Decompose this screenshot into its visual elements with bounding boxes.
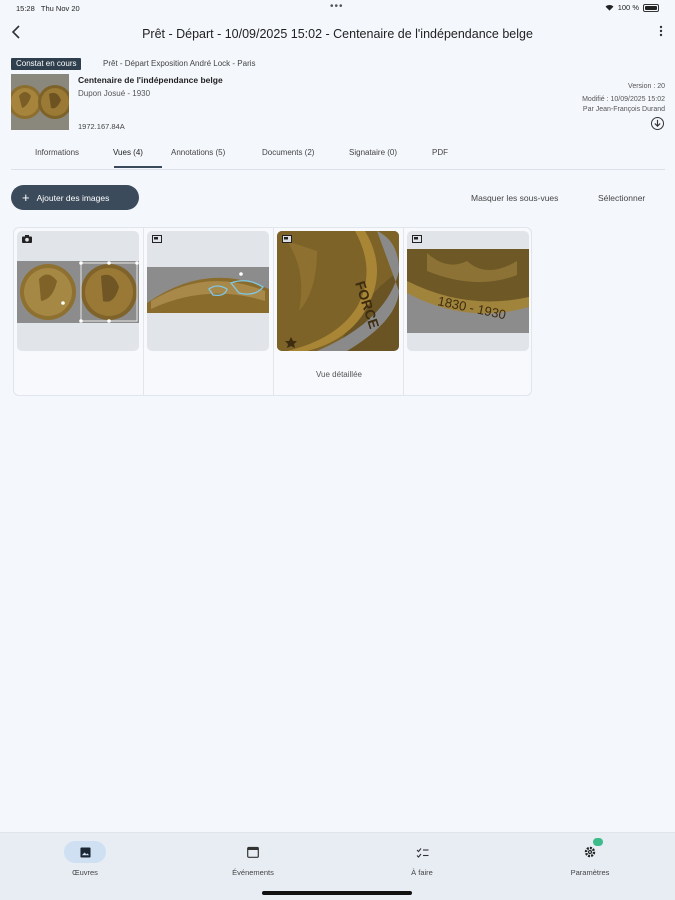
image-icon: [79, 846, 91, 858]
hide-subviews-button[interactable]: Masquer les sous-vues: [471, 193, 558, 203]
gear-icon: [584, 846, 596, 858]
download-icon: [654, 119, 661, 128]
download-button[interactable]: [651, 117, 664, 130]
chevron-left-icon: [11, 25, 20, 39]
coin-edge-photo: [147, 267, 269, 313]
coins-front-back-photo: [17, 261, 139, 323]
coin-date-photo: 1830 - 1930: [407, 249, 529, 333]
nav-parametres[interactable]: Paramètres: [530, 838, 650, 877]
notification-badge: [593, 838, 603, 846]
tab-pdf[interactable]: PDF: [432, 148, 448, 157]
view-card[interactable]: [144, 228, 274, 395]
image-icon: [152, 235, 162, 243]
more-vertical-icon: [659, 25, 663, 37]
multitask-dots[interactable]: •••: [330, 1, 344, 12]
view-card[interactable]: [14, 228, 144, 395]
wifi-icon: [605, 5, 614, 11]
image-icon: [412, 235, 422, 243]
nav-oeuvres-label: Œuvres: [72, 868, 98, 877]
nav-a-faire-label: À faire: [411, 868, 433, 877]
status-indicators: 100 %: [605, 3, 659, 12]
tab-annotations[interactable]: Annotations (5): [171, 148, 225, 157]
tab-vues[interactable]: Vues (4): [113, 148, 143, 157]
nav-parametres-icon-container: [569, 838, 611, 863]
checklist-icon: [416, 847, 428, 858]
app-header: Prêt - Départ - 10/09/2025 15:02 - Cente…: [0, 22, 675, 48]
modified-label: Modifié : 10/09/2025 15:02: [582, 96, 665, 103]
status-time: 15:28 Thu Nov 20: [16, 4, 80, 13]
bottom-navigation: Œuvres Événements À faire Paramètres: [0, 832, 675, 900]
record-summary: Constat en cours Prêt - Départ Expositio…: [11, 58, 665, 136]
version-label: Version : 20: [628, 83, 665, 90]
back-button[interactable]: [11, 24, 29, 44]
plus-icon: +: [22, 189, 30, 205]
nav-evenements[interactable]: Événements: [193, 841, 313, 877]
nav-evenements-label: Événements: [232, 868, 274, 877]
nav-oeuvres-icon-container: [64, 841, 106, 863]
camera-icon: [22, 235, 32, 243]
tab-documents[interactable]: Documents (2): [262, 148, 314, 157]
home-indicator: [262, 891, 412, 895]
nav-a-faire[interactable]: À faire: [362, 841, 482, 877]
view-image[interactable]: 1830 - 1930: [407, 231, 529, 351]
battery-percent: 100 %: [617, 3, 639, 12]
page-title: Prêt - Départ - 10/09/2025 15:02 - Cente…: [142, 27, 533, 41]
coin-thumbnail-image: [11, 74, 69, 130]
select-button[interactable]: Sélectionner: [598, 193, 645, 203]
record-title: Centenaire de l'indépendance belge: [78, 75, 223, 85]
nav-a-faire-icon-container: [401, 841, 443, 863]
nav-oeuvres[interactable]: Œuvres: [25, 841, 145, 877]
coin-detail-photo: FORCE: [277, 231, 399, 351]
nav-parametres-label: Paramètres: [570, 868, 610, 877]
status-bar: 15:28 Thu Nov 20 ••• 100 %: [0, 0, 675, 16]
tab-bar: Informations Vues (4) Annotations (5) Do…: [11, 142, 665, 170]
status-badge: Constat en cours: [11, 58, 82, 70]
record-author: Dupon Josué - 1930: [78, 89, 151, 98]
record-thumbnail[interactable]: [11, 74, 69, 130]
view-card[interactable]: 1830 - 1930: [404, 228, 534, 395]
more-menu-button[interactable]: [659, 25, 663, 40]
view-image[interactable]: FORCE: [277, 231, 399, 351]
image-icon: [282, 235, 292, 243]
calendar-icon: [247, 846, 259, 858]
add-images-label: Ajouter des images: [36, 192, 110, 203]
view-label: Vue détaillée: [316, 370, 362, 379]
inventory-number: 1972.167.84A: [78, 122, 125, 131]
view-image[interactable]: [147, 231, 269, 351]
modified-by-label: Par Jean-François Durand: [582, 106, 665, 113]
views-gallery: FORCE Vue détaillée 1830 - 1930: [13, 227, 532, 396]
record-context: Prêt - Départ Exposition André Lock - Pa…: [103, 59, 256, 68]
add-images-button[interactable]: + Ajouter des images: [11, 185, 139, 210]
view-image[interactable]: [17, 231, 139, 351]
nav-evenements-icon-container: [232, 841, 274, 863]
view-card[interactable]: FORCE Vue détaillée: [274, 228, 404, 395]
battery-icon: [643, 3, 659, 12]
active-tab-indicator: [114, 166, 162, 168]
tab-informations[interactable]: Informations: [35, 148, 79, 157]
tab-signataire[interactable]: Signataire (0): [349, 148, 397, 157]
